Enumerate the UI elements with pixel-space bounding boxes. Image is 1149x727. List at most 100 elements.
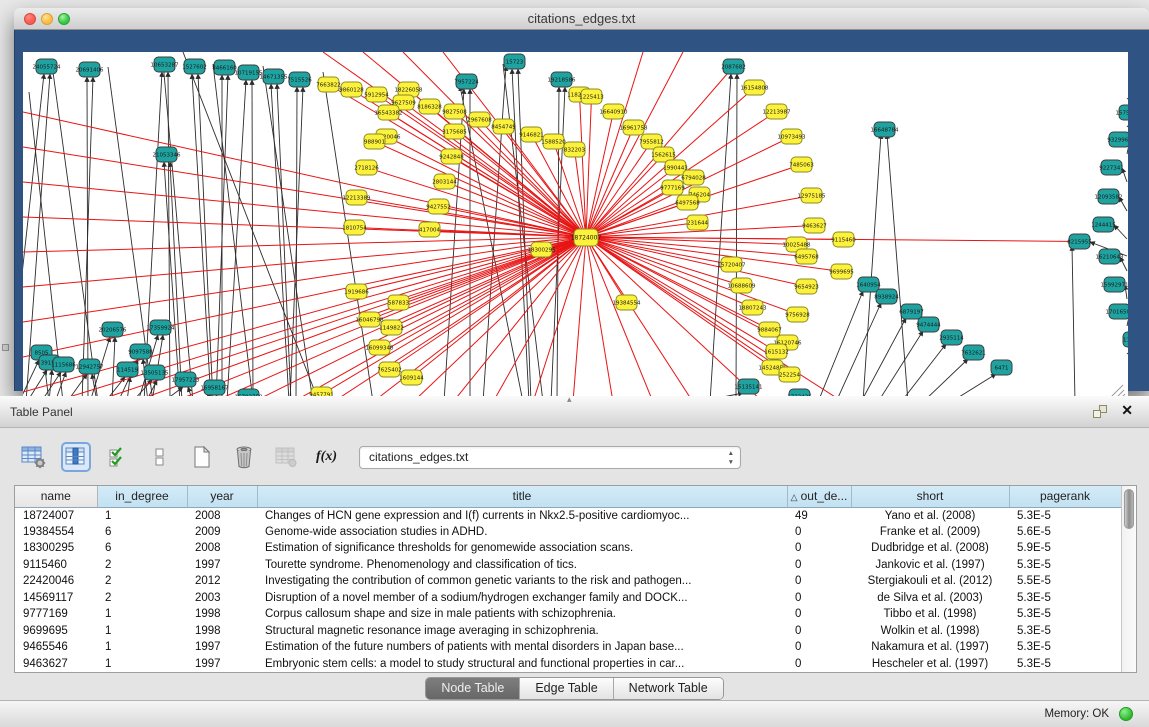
cell-name[interactable]: 9115460 <box>15 557 97 574</box>
teal-node[interactable]: 9097588 <box>128 344 153 359</box>
selected-yellow-node[interactable]: 587833 <box>388 295 409 310</box>
teal-node[interactable]: 12942757 <box>76 359 104 374</box>
cell-name[interactable]: 18724007 <box>15 507 97 524</box>
teal-node[interactable]: 9329966 <box>1107 132 1128 147</box>
citation-network-graph[interactable]: 2405572420691406106532871527602846616010… <box>23 52 1128 402</box>
column-header-short[interactable]: short <box>851 486 1009 507</box>
column-header-out_de[interactable]: △out_de... <box>787 486 851 507</box>
selected-yellow-node[interactable]: 9699695 <box>829 264 854 279</box>
selected-yellow-node[interactable]: 988901 <box>364 134 385 149</box>
selected-yellow-node[interactable]: 10973493 <box>778 129 806 144</box>
teal-node[interactable]: 1527602 <box>182 59 207 74</box>
teal-node[interactable]: 8215955 <box>1067 234 1092 249</box>
cell-in_degree[interactable]: 6 <box>97 524 187 541</box>
selected-yellow-node[interactable]: 7625402 <box>377 362 402 377</box>
teal-node[interactable]: 15135141 <box>735 379 763 394</box>
node-table-header[interactable]: namein_degreeyeartitle△out_de...shortpag… <box>15 486 1121 507</box>
teal-node[interactable]: 13505135 <box>141 365 169 380</box>
cell-year[interactable]: 1997 <box>187 639 257 656</box>
selected-yellow-node[interactable]: 16961758 <box>620 120 648 135</box>
table-row[interactable]: 1938455462009Genome-wide association stu… <box>15 524 1121 541</box>
cell-title[interactable]: Genome-wide association studies in ADHD. <box>257 524 787 541</box>
cell-name[interactable]: 9777169 <box>15 606 97 623</box>
tab-node-table[interactable]: Node Table <box>426 678 519 699</box>
cell-in_degree[interactable]: 6 <box>97 540 187 557</box>
table-vertical-scrollbar[interactable] <box>1121 486 1136 672</box>
selected-yellow-node[interactable]: 9827508 <box>442 104 467 119</box>
scrollbar-thumb[interactable] <box>1124 489 1134 529</box>
cell-name[interactable]: 18300295 <box>15 540 97 557</box>
cell-out_de[interactable]: 0 <box>787 590 851 607</box>
column-header-name[interactable]: name <box>15 486 97 507</box>
selected-yellow-node[interactable]: 231644 <box>687 215 708 230</box>
selected-yellow-node[interactable]: 832203 <box>564 142 585 157</box>
cell-year[interactable]: 2008 <box>187 540 257 557</box>
selected-yellow-node[interactable]: 16099348 <box>366 340 394 355</box>
cell-year[interactable]: 1998 <box>187 623 257 640</box>
cell-title[interactable]: Disruption of a novel member of a sodium… <box>257 590 787 607</box>
teal-node[interactable]: 17359924 <box>147 320 175 335</box>
teal-node[interactable]: 14671355 <box>260 69 288 84</box>
teal-node[interactable]: 114519 <box>117 362 138 377</box>
cell-out_de[interactable]: 0 <box>787 524 851 541</box>
selected-yellow-node[interactable]: 6497568 <box>675 195 700 210</box>
cell-year[interactable]: 1998 <box>187 606 257 623</box>
column-header-pagerank[interactable]: pagerank <box>1009 486 1121 507</box>
column-header-year[interactable]: year <box>187 486 257 507</box>
select-column-icon[interactable] <box>62 443 90 471</box>
selected-yellow-node[interactable]: 1588520 <box>541 134 566 149</box>
cell-title[interactable]: Corpus callosum shape and size in male p… <box>257 606 787 623</box>
cell-in_degree[interactable]: 2 <box>97 573 187 590</box>
table-row[interactable]: 911546021997Tourette syndrome. Phenomeno… <box>15 557 1121 574</box>
selected-yellow-node[interactable]: 18807243 <box>739 300 767 315</box>
cell-year[interactable]: 2012 <box>187 573 257 590</box>
cell-in_degree[interactable]: 2 <box>97 590 187 607</box>
cell-in_degree[interactable]: 1 <box>97 656 187 673</box>
table-row[interactable]: 1456911722003Disruption of a novel membe… <box>15 590 1121 607</box>
cell-name[interactable]: 9465546 <box>15 639 97 656</box>
selected-yellow-node[interactable]: 1149822 <box>379 320 404 335</box>
selected-yellow-node[interactable]: 1225413 <box>579 89 604 104</box>
selected-yellow-node[interactable]: 1810754 <box>342 220 367 235</box>
cell-out_de[interactable]: 49 <box>787 507 851 524</box>
selected-yellow-node[interactable]: 5912954 <box>364 87 389 102</box>
cell-in_degree[interactable]: 1 <box>97 623 187 640</box>
cell-pagerank[interactable]: 5.3E-5 <box>1009 639 1121 656</box>
selected-yellow-node[interactable]: 1615132 <box>764 344 789 359</box>
teal-node[interactable]: 116753 <box>1123 332 1128 347</box>
cell-title[interactable]: Tourette syndrome. Phenomenology and cla… <box>257 557 787 574</box>
teal-node[interactable]: 8466160 <box>212 60 237 75</box>
cell-short[interactable]: Stergiakouli et al. (2012) <box>851 573 1009 590</box>
selected-yellow-node[interactable]: 2967608 <box>467 112 492 127</box>
cell-title[interactable]: Investigating the contribution of common… <box>257 573 787 590</box>
cell-year[interactable]: 1997 <box>187 656 257 673</box>
selected-yellow-node[interactable]: 18300295 <box>528 242 556 257</box>
cell-short[interactable]: Nakamura et al. (1997) <box>851 639 1009 656</box>
cell-name[interactable]: 9699695 <box>15 623 97 640</box>
cell-name[interactable]: 22420046 <box>15 573 97 590</box>
teal-node[interactable]: 2087682 <box>721 59 746 74</box>
teal-node[interactable]: 6879197 <box>899 304 924 319</box>
teal-node[interactable]: 20206576 <box>99 322 127 337</box>
selected-yellow-node[interactable]: 12975185 <box>798 188 826 203</box>
cell-pagerank[interactable]: 5.3E-5 <box>1009 606 1121 623</box>
selected-yellow-node[interactable]: 9884067 <box>757 322 782 337</box>
column-header-in_degree[interactable]: in_degree <box>97 486 187 507</box>
selected-yellow-node[interactable]: 9463627 <box>802 218 827 233</box>
cell-in_degree[interactable]: 1 <box>97 606 187 623</box>
teal-node[interactable]: 21053346 <box>153 147 181 162</box>
teal-node[interactable]: 19218586 <box>548 72 576 87</box>
cell-title[interactable]: Embryonic stem cells: a model to study s… <box>257 656 787 673</box>
teal-node[interactable]: 17016504 <box>1106 304 1129 319</box>
selected-yellow-node[interactable]: 9115460 <box>831 232 856 247</box>
selected-yellow-node[interactable]: 8454749 <box>491 119 516 134</box>
cell-title[interactable]: Changes of HCN gene expression and I(f) … <box>257 507 787 524</box>
teal-node[interactable]: 8938924 <box>874 289 899 304</box>
close-panel-icon[interactable]: ✕ <box>1121 402 1133 419</box>
cell-title[interactable]: Structural magnetic resonance image aver… <box>257 623 787 640</box>
cell-short[interactable]: de Silva et al. (2003) <box>851 590 1009 607</box>
cell-name[interactable]: 19384554 <box>15 524 97 541</box>
teal-node[interactable]: 16210643 <box>1096 249 1124 264</box>
teal-node[interactable]: 1244415 <box>1091 217 1116 232</box>
cell-title[interactable]: Estimation of significance thresholds fo… <box>257 540 787 557</box>
